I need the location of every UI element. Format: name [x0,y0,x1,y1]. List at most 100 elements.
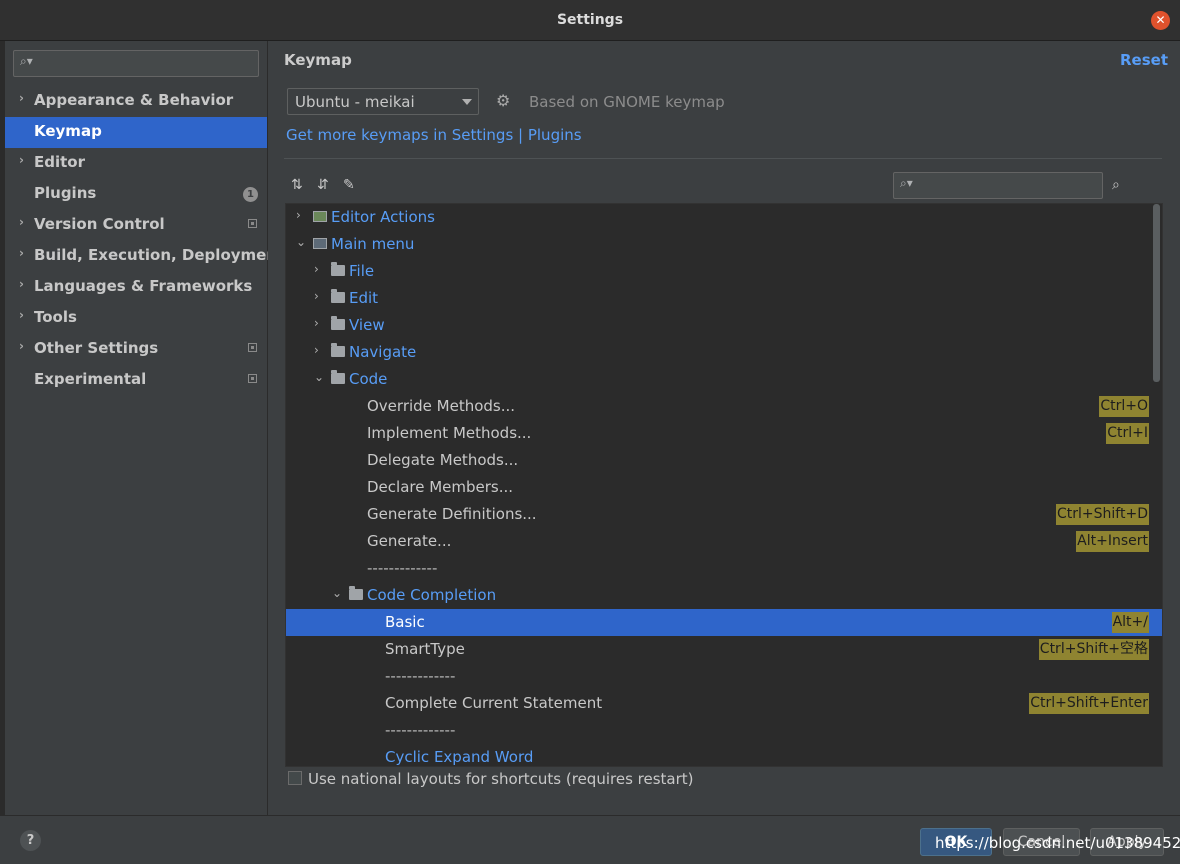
expand-all-icon[interactable]: ⇅ [291,177,303,193]
tree-row[interactable]: Implement Methods... Ctrl+I [286,420,1162,447]
folder-icon [331,262,345,276]
national-layouts-checkbox[interactable] [288,771,302,785]
chevron-right-icon[interactable]: › [314,316,319,330]
tree-row[interactable]: Delegate Methods... [286,447,1162,474]
tree-row-label: Generate... [367,532,452,550]
divider [284,158,1162,159]
sidebar-item-appearance-behavior[interactable]: › Appearance & Behavior [5,86,267,117]
tree-row[interactable]: ⌄ Code Completion [286,582,1162,609]
tree-separator[interactable]: ------------- [286,663,1162,690]
tree-row[interactable]: Generate Definitions... Ctrl+Shift+D [286,501,1162,528]
gear-icon[interactable]: ⚙ [496,91,510,110]
tree-row-label: View [349,316,385,334]
chevron-right-icon[interactable]: › [19,308,24,322]
sidebar-item-other-settings[interactable]: › Other Settings [5,334,267,365]
tree-row[interactable]: Basic Alt+/ [286,609,1162,636]
settings-search-input[interactable]: ⌕▾ [13,50,259,77]
keymap-filter-input[interactable]: ⌕▾ [893,172,1103,199]
tree-row[interactable]: › View [286,312,1162,339]
sidebar-item-build-execution-deployment[interactable]: › Build, Execution, Deployment [5,241,284,272]
tree-row[interactable]: Override Methods... Ctrl+O [286,393,1162,420]
sidebar-item-label: Build, Execution, Deployment [34,246,285,264]
chevron-right-icon[interactable]: › [314,262,319,276]
sidebar-item-keymap[interactable]: Keymap [5,117,267,148]
watermark-text: https://blog.csdn.net/u013894527 [935,834,1180,852]
chevron-right-icon[interactable]: › [314,343,319,357]
help-button[interactable]: ? [20,830,41,851]
sidebar-item-languages-frameworks[interactable]: › Languages & Frameworks [5,272,267,303]
title-bar: Settings ✕ [0,0,1180,41]
collapse-all-icon[interactable]: ⇵ [317,177,329,193]
shortcut-badge: Ctrl+Shift+空格 [1038,639,1149,660]
tree-row[interactable]: Declare Members... [286,474,1162,501]
tree-row[interactable]: ⌄ Main menu [286,231,1162,258]
tree-row-label: Code [349,370,388,388]
tree-row-label: Edit [349,289,379,307]
tree-row[interactable]: › Editor Actions [286,204,1162,231]
chevron-right-icon[interactable]: › [19,277,24,291]
tree-row[interactable]: › Edit [286,285,1162,312]
keymap-panel: Keymap Reset Ubuntu - meikai ⚙ Based on … [268,41,1180,815]
chevron-right-icon[interactable]: › [19,153,24,167]
tree-row[interactable]: › Navigate [286,339,1162,366]
shortcut-badge: Ctrl+Shift+D [1056,504,1149,525]
tree-row[interactable]: Cyclic Expand Word [286,744,1162,766]
tree-row-label: SmartType [385,640,465,658]
edit-icon[interactable]: ✎ [343,177,355,193]
sidebar-item-label: Experimental [34,370,147,388]
tree-row-label: Code Completion [367,586,497,604]
based-on-text: Based on GNOME keymap [529,93,725,111]
chevron-right-icon[interactable]: › [19,91,24,105]
folder-icon [331,289,345,303]
editor-actions-icon [313,211,327,222]
tree-row[interactable]: SmartType Ctrl+Shift+空格 [286,636,1162,663]
project-level-icon [248,343,257,352]
close-icon[interactable]: ✕ [1151,11,1170,30]
chevron-right-icon[interactable]: › [19,215,24,229]
chevron-down-icon[interactable]: ⌄ [332,586,342,600]
chevron-right-icon[interactable]: › [19,339,24,353]
sidebar-item-label: Other Settings [34,339,159,357]
shortcut-badge: Ctrl+Shift+Enter [1029,693,1149,714]
chevron-down-icon [462,99,472,105]
tree-row-label: Main menu [331,235,415,253]
tree-row[interactable]: Complete Current Statement Ctrl+Shift+Ent… [286,690,1162,717]
get-more-keymaps-link[interactable]: Get more keymaps in Settings | Plugins [286,126,582,144]
folder-icon [349,586,363,600]
sidebar-item-tools[interactable]: › Tools [5,303,267,334]
tree-separator[interactable]: ------------- [286,717,1162,744]
chevron-right-icon[interactable]: › [19,246,24,260]
chevron-down-icon[interactable]: ⌄ [296,235,306,249]
project-level-icon [248,374,257,383]
tree-row-label: ------------- [367,559,438,577]
chevron-right-icon[interactable]: › [296,208,301,222]
reset-button[interactable]: Reset [1120,51,1168,69]
tree-row[interactable]: Generate... Alt+Insert [286,528,1162,555]
folder-icon [331,343,345,357]
tree-row-label: Declare Members... [367,478,514,496]
tree-scrollbar[interactable] [1153,204,1160,382]
tree-row-label: Implement Methods... [367,424,532,442]
chevron-down-icon[interactable]: ⌄ [314,370,324,384]
find-by-shortcut-icon[interactable]: ⌕ [1112,177,1120,193]
sidebar-item-editor[interactable]: › Editor [5,148,267,179]
sidebar-item-experimental[interactable]: Experimental [5,365,267,396]
tree-row-label: Generate Definitions... [367,505,537,523]
sidebar-item-label: Keymap [34,122,102,140]
keymap-dropdown[interactable]: Ubuntu - meikai [287,88,479,115]
tree-row[interactable]: ⌄ Code [286,366,1162,393]
page-title: Keymap [284,51,352,69]
tree-row[interactable]: › File [286,258,1162,285]
search-icon: ⌕▾ [900,176,913,190]
sidebar-item-plugins[interactable]: Plugins 1 [5,179,267,210]
sidebar-item-label: Version Control [34,215,165,233]
tree-separator[interactable]: ------------- [286,555,1162,582]
sidebar-item-label: Editor [34,153,85,171]
tree-row-label: Delegate Methods... [367,451,519,469]
sidebar-item-version-control[interactable]: › Version Control [5,210,267,241]
actions-tree: › Editor Actions ⌄ Main menu › File › Edit › View… [285,203,1163,767]
update-count-badge: 1 [243,187,258,202]
chevron-right-icon[interactable]: › [314,289,319,303]
tree-row-label: File [349,262,375,280]
settings-sidebar: ⌕▾ › Appearance & Behavior Keymap › Editor Pl… [5,41,284,815]
